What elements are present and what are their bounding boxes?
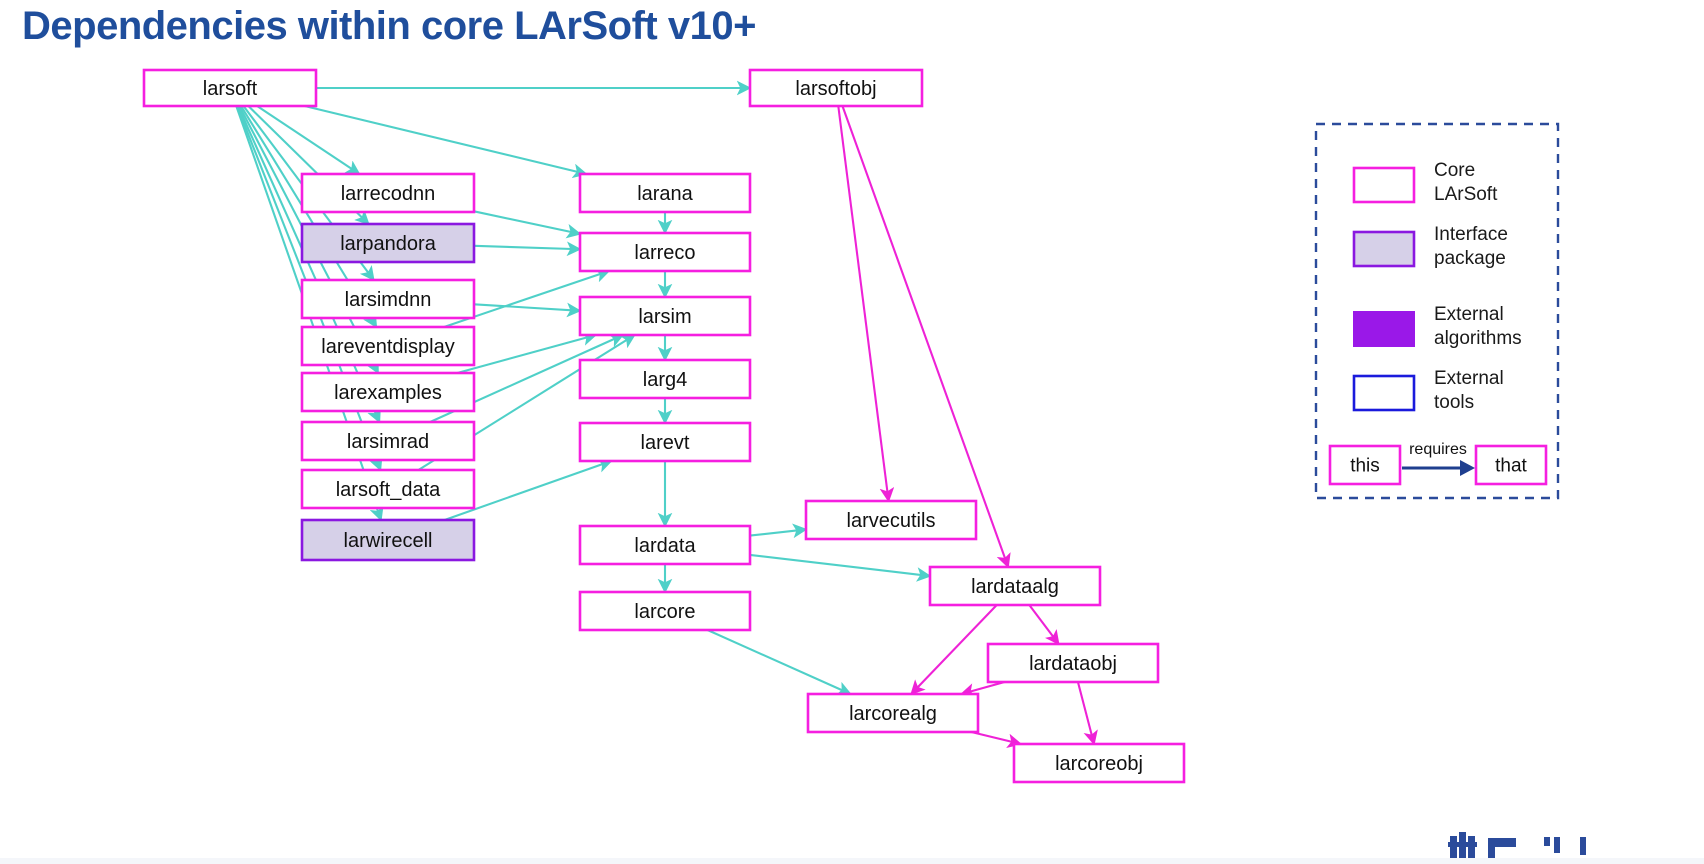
legend-requires-arrowhead [1460,460,1475,476]
legend-example-label-this: this [1350,456,1380,477]
node-label-larevt: larevt [641,432,690,454]
node-label-larsoftobj: larsoftobj [795,78,876,100]
legend-swatch-ext_tool [1352,374,1416,412]
legend-label-ext_tool-line2: tools [1434,392,1474,413]
node-larsimdnn[interactable]: larsimdnn [300,278,476,320]
node-label-lardataalg: lardataalg [971,576,1059,598]
node-larsimrad[interactable]: larsimrad [300,420,476,462]
node-larana[interactable]: larana [578,172,752,214]
node-larcore[interactable]: larcore [578,590,752,632]
node-larwirecell[interactable]: larwirecell [300,518,476,562]
slide-canvas: Dependencies within core LArSoft v10+ la… [0,0,1704,864]
legend-label-ext_alg-line1: External [1434,304,1504,325]
edge-lardataobj-to-larcoreobj [1076,681,1098,746]
node-larsim[interactable]: larsim [578,295,752,337]
edge-larexamples-to-larsim [456,331,598,375]
node-lareventdisplay[interactable]: lareventdisplay [300,325,476,367]
node-label-larcorealg: larcorealg [849,703,937,725]
node-label-lardata: lardata [634,535,696,557]
node-lardata[interactable]: lardata [578,524,752,566]
node-label-larsimrad: larsimrad [347,431,429,453]
node-larrecodnn[interactable]: larrecodnn [300,172,476,214]
legend-label-core-line2: LArSoft [1434,184,1498,205]
legend-layer: Core LArSoft Interface package External algor… [1314,122,1560,500]
node-label-lareventdisplay: lareventdisplay [321,336,454,358]
edge-lardataalg-to-larcorealg [910,604,998,696]
node-larcorealg[interactable]: larcorealg [806,692,980,734]
edge-lardataalg-to-lardataobj [1028,604,1060,646]
node-larreco[interactable]: larreco [578,231,752,273]
edge-larpandora-to-larreco [473,241,582,257]
edge-lardata-to-lardataalg [749,553,932,582]
legend-requires-label: requires [1409,441,1467,458]
node-layer: larsoft larsoftobj larrecodnn larpandora lar… [142,68,1186,784]
slide-bottom-bar [0,858,1704,864]
legend-swatch-core [1352,166,1416,204]
edge-larsimdnn-to-larsim [473,302,582,318]
node-larpandora[interactable]: larpandora [300,222,476,264]
edge-larcorealg-to-larcoreobj [971,730,1023,749]
edge-larrecodnn-to-larreco [473,210,582,239]
node-label-larsoft_data: larsoft_data [336,479,441,501]
dependency-graph: larsoft larsoftobj larrecodnn larpandora lar… [142,68,1560,784]
node-label-larg4: larg4 [643,369,687,391]
node-label-larrecodnn: larrecodnn [341,183,436,205]
legend-label-interface-line1: Interface [1434,224,1508,245]
node-label-larvecutils: larvecutils [847,510,936,532]
node-larsoft[interactable]: larsoft [142,68,318,108]
edge-lardata-to-larvecutils [749,523,808,539]
node-label-larsimdnn: larsimdnn [345,289,432,311]
node-larexamples[interactable]: larexamples [300,371,476,413]
node-label-larwirecell: larwirecell [344,530,433,552]
node-label-larreco: larreco [634,242,695,264]
legend-example-label-that: that [1495,456,1527,477]
legend-label-core-line1: Core [1434,160,1475,181]
node-larsoft_data[interactable]: larsoft_data [300,468,476,510]
legend-label-ext_alg-line2: algorithms [1434,328,1522,349]
node-larsoftobj[interactable]: larsoftobj [748,68,924,108]
legend-label-interface-line2: package [1434,248,1506,269]
legend-swatch-ext_alg [1353,311,1415,347]
node-lardataalg[interactable]: lardataalg [928,565,1102,607]
node-larcoreobj[interactable]: larcoreobj [1012,742,1186,784]
edge-larsoft-to-larana [304,104,588,179]
legend-label-ext_tool-line1: External [1434,368,1504,389]
node-label-larana: larana [637,183,693,205]
node-label-larcore: larcore [634,601,695,623]
node-lardataobj[interactable]: lardataobj [986,642,1160,684]
edge-lardataobj-to-larcorealg [959,680,1005,698]
node-larevt[interactable]: larevt [578,421,752,463]
node-larvecutils[interactable]: larvecutils [804,499,978,541]
node-label-larpandora: larpandora [340,233,437,255]
node-label-larexamples: larexamples [334,382,442,404]
node-label-larsim: larsim [638,306,691,328]
node-larg4[interactable]: larg4 [578,358,752,400]
edge-larcore-to-larcorealg [707,629,852,696]
node-label-larcoreobj: larcoreobj [1055,753,1143,775]
node-label-larsoft: larsoft [203,78,258,100]
legend-swatch-interface [1352,230,1416,268]
node-label-lardataobj: lardataobj [1029,653,1117,675]
